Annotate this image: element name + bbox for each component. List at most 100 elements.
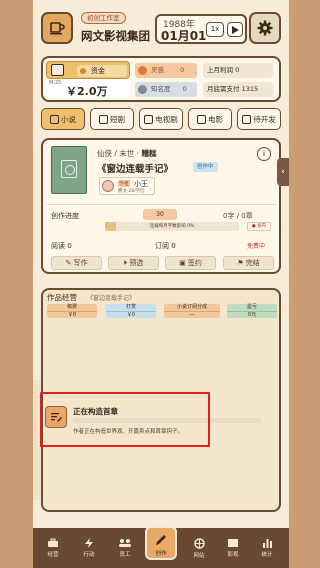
tab-tv-series[interactable]: 电视剧 bbox=[139, 108, 183, 130]
tips-value: ￥0 bbox=[106, 311, 156, 318]
book-icon bbox=[50, 114, 59, 124]
studio-name: 网文影视集团 bbox=[81, 29, 150, 43]
coffee-cup-icon bbox=[50, 22, 65, 35]
progress-text: 连载每月字数影响 0% bbox=[149, 224, 195, 229]
tab-label: 电影 bbox=[208, 114, 223, 124]
action-buttons: ✎ 写作 ⏵ 预选 ▣ 签约 ⚑ 完结 bbox=[51, 256, 275, 270]
money-header: 资金 bbox=[46, 61, 130, 79]
tab-film[interactable]: 电影 bbox=[188, 108, 232, 130]
side-drawer-toggle[interactable]: ‹ bbox=[277, 158, 289, 186]
nav-item-action[interactable]: 行动 bbox=[75, 533, 103, 563]
popularity-stat[interactable]: 知名度 0 bbox=[135, 82, 197, 97]
popularity-label: 知名度 bbox=[151, 85, 171, 93]
highlight-box bbox=[40, 392, 210, 447]
chevron-left-icon: ‹ bbox=[281, 167, 285, 177]
free-status: 免费中 bbox=[247, 243, 266, 250]
nav-label: 行动 bbox=[83, 552, 95, 558]
gear-icon bbox=[257, 20, 273, 36]
profit-loss-label: 盈亏 bbox=[246, 304, 257, 310]
write-label: 写作 bbox=[73, 259, 88, 267]
settings-button[interactable] bbox=[249, 12, 281, 44]
subscription-share-column: 小说订阅分成 --- bbox=[164, 304, 220, 318]
book-cover[interactable] bbox=[51, 146, 87, 194]
preselect-button[interactable]: ⏵ 预选 bbox=[108, 256, 159, 270]
nav-label: 员工 bbox=[119, 552, 131, 558]
info-button[interactable]: i bbox=[257, 147, 271, 161]
monthly-payment: 月底需支付 1315 bbox=[203, 82, 273, 97]
month-day-label: 01月01 bbox=[161, 29, 207, 43]
coin-icon bbox=[80, 68, 86, 74]
progress-label: 创作进度 bbox=[51, 212, 79, 220]
write-button[interactable]: ✎ 写作 bbox=[51, 256, 102, 270]
stats-panel: 资金 M:25 ￥2.0万 灵感 0 知名度 0 上月利润 0 月底需支付 13… bbox=[41, 56, 281, 102]
tab-novel[interactable]: 小说 bbox=[41, 108, 85, 130]
play-button[interactable] bbox=[227, 22, 243, 37]
bulb-icon bbox=[138, 66, 147, 75]
genre-prefix: 仙侠 / 末世 · bbox=[97, 149, 142, 158]
subscription-share-label: 小说订阅分成 bbox=[176, 304, 207, 310]
game-date-box: 1988年 01月01 1x bbox=[155, 14, 247, 44]
royalty-column: 稿费 ￥0 bbox=[47, 304, 97, 318]
nav-item-staff[interactable]: 员工 bbox=[111, 533, 139, 563]
release-button[interactable]: ● 发布 bbox=[247, 222, 271, 231]
inspiration-stat[interactable]: 灵感 0 bbox=[135, 63, 197, 78]
money-sub-label: M:25 bbox=[49, 80, 62, 86]
genre-quality: 糟糕 bbox=[141, 149, 157, 158]
money-block: 资金 M:25 ￥2.0万 bbox=[46, 61, 130, 98]
book-title: 《窗边连载手记》 bbox=[97, 164, 174, 175]
finish-label: 完结 bbox=[245, 259, 260, 267]
nav-item-film-tv[interactable]: 影视 bbox=[219, 533, 247, 563]
nav-item-create[interactable]: 创作 bbox=[145, 526, 177, 560]
project-card: 仙侠 / 末世 · 糟糕 《窗边连载手记》 创作中 作者 小王 腾文·28/学历… bbox=[41, 138, 281, 274]
subscription-share-value: --- bbox=[164, 311, 220, 318]
status-badge: 创作中 bbox=[193, 162, 218, 172]
reads-count: 阅读 0 bbox=[51, 242, 72, 250]
wallet-icon bbox=[51, 64, 64, 76]
avatar bbox=[102, 180, 114, 192]
studio-logo-button[interactable] bbox=[41, 12, 73, 44]
monthly-profit: 上月利润 0 bbox=[203, 63, 273, 78]
money-label: 资金 bbox=[91, 67, 105, 75]
profit-loss-column: 盈亏 0元 bbox=[227, 304, 277, 318]
pencil-icon: ✎ bbox=[65, 259, 74, 267]
nav-label: 经营 bbox=[47, 552, 59, 558]
nav-label: 网站 bbox=[193, 553, 205, 559]
tab-short-drama[interactable]: 短剧 bbox=[90, 108, 134, 130]
subscriptions-count: 订阅 0 bbox=[155, 242, 176, 250]
finish-button[interactable]: ⚑ 完结 bbox=[223, 256, 274, 270]
short-drama-icon bbox=[99, 114, 108, 124]
nav-item-website[interactable]: 网站 bbox=[185, 533, 213, 563]
contract-icon: ▣ bbox=[179, 259, 188, 267]
writer-card[interactable]: 作者 小王 腾文·28/学历 bbox=[99, 177, 155, 195]
bottom-nav: 经营 行动 员工 创作 网站 影视 统计 bbox=[33, 526, 289, 568]
gamepad-icon bbox=[242, 114, 252, 124]
nav-label: 统计 bbox=[261, 552, 273, 558]
flag-icon: ⚑ bbox=[237, 259, 246, 267]
tips-label: 打赏 bbox=[125, 304, 136, 310]
header: 初创工作室 网文影视集团 1988年 01月01 1x bbox=[41, 10, 281, 50]
nav-label: 创作 bbox=[155, 551, 167, 557]
nav-item-statistics[interactable]: 统计 bbox=[253, 533, 281, 563]
tab-label: 短剧 bbox=[110, 114, 125, 124]
sign-contract-button[interactable]: ▣ 签约 bbox=[165, 256, 216, 270]
globe-icon bbox=[193, 538, 205, 549]
genre-line: 仙侠 / 末世 · 糟糕 bbox=[97, 148, 156, 159]
profit-loss-value: 0元 bbox=[227, 311, 277, 318]
progress-bar: 连载每月字数影响 0% bbox=[105, 222, 239, 231]
tab-coming-soon[interactable]: 待开发 bbox=[237, 108, 281, 130]
category-tabs: 小说 短剧 电视剧 电影 待开发 bbox=[41, 108, 281, 130]
divider bbox=[47, 204, 275, 205]
tips-column: 打赏 ￥0 bbox=[106, 304, 156, 318]
app-screen: 初创工作室 网文影视集团 1988年 01月01 1x 资金 M:25 ￥2.0… bbox=[33, 0, 289, 568]
preselect-label: 预选 bbox=[129, 259, 144, 267]
operations-subtitle: 《窗边连载手记》 bbox=[87, 295, 136, 302]
nav-item-operate[interactable]: 经营 bbox=[39, 533, 67, 563]
speed-button[interactable]: 1x bbox=[206, 22, 224, 37]
play-icon bbox=[231, 25, 239, 34]
briefcase-icon bbox=[48, 538, 58, 547]
operations-title: 作品经营 bbox=[47, 293, 77, 302]
royalty-value: ￥0 bbox=[47, 311, 97, 318]
writer-stats: 腾文·28/学历 bbox=[118, 189, 145, 194]
lightning-icon bbox=[85, 538, 93, 548]
film-icon bbox=[197, 114, 206, 124]
